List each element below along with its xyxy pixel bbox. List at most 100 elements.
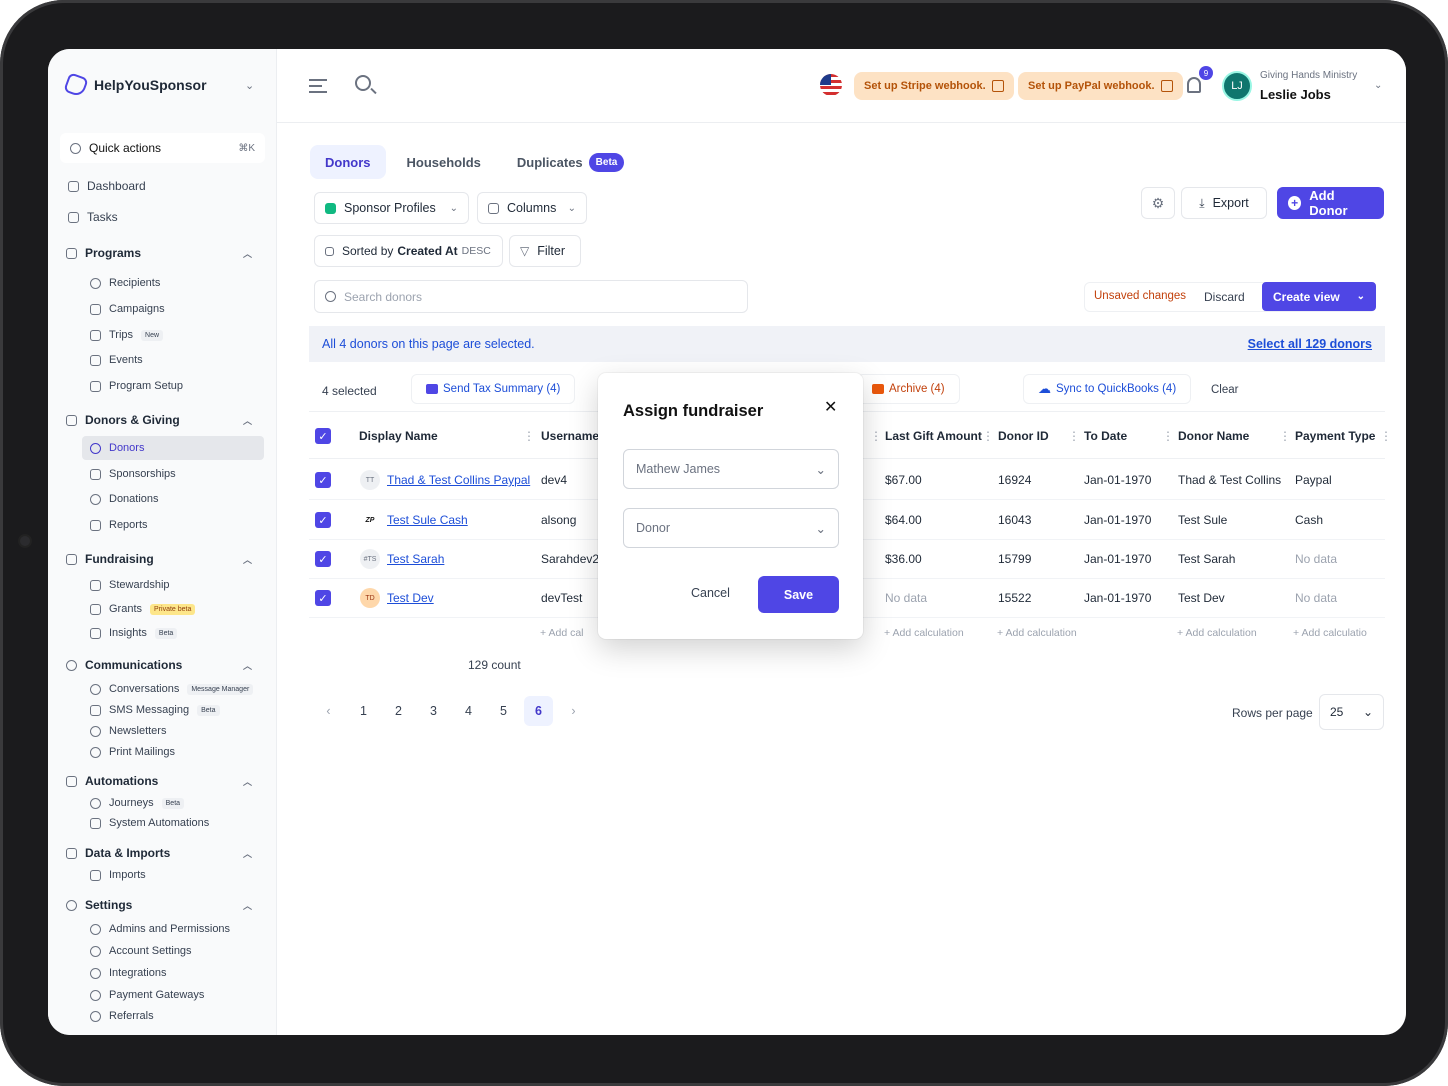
- sidebar-item-newsletters[interactable]: Newsletters: [90, 725, 319, 737]
- column-header[interactable]: Payment Type: [1295, 429, 1375, 443]
- row-checkbox[interactable]: ✓: [315, 590, 331, 606]
- display-name-link[interactable]: Test Sule Cash: [387, 513, 468, 527]
- columns-dropdown[interactable]: Columns ⌄: [477, 192, 587, 224]
- add-calculation-button[interactable]: + Add calculation: [884, 627, 964, 639]
- sidebar-item-sms[interactable]: SMS Messaging Beta: [90, 704, 319, 716]
- close-icon[interactable]: ✕: [824, 397, 837, 417]
- sidebar-section-donors-giving[interactable]: Donors & Giving ︿: [66, 413, 295, 427]
- sidebar-section-communications[interactable]: Communications ︿: [66, 658, 295, 672]
- tab-households[interactable]: Households: [392, 145, 496, 179]
- bell-icon[interactable]: [1187, 77, 1201, 93]
- display-name-link[interactable]: Test Dev: [387, 591, 434, 605]
- send-tax-summary-button[interactable]: Send Tax Summary (4): [411, 374, 576, 404]
- sidebar-item-imports[interactable]: Imports: [90, 869, 319, 881]
- sidebar-item-sponsorships[interactable]: Sponsorships: [90, 468, 319, 480]
- chevron-down-icon[interactable]: ⌄: [1374, 80, 1382, 91]
- sidebar-item-donations[interactable]: Donations: [90, 493, 319, 505]
- sidebar-item-donors[interactable]: Donors: [82, 436, 264, 460]
- filter-button[interactable]: ▽ Filter: [509, 235, 581, 267]
- sidebar-item-stewardship[interactable]: Stewardship: [90, 579, 319, 591]
- add-calculation-button[interactable]: + Add calculation: [1177, 627, 1257, 639]
- us-flag-icon[interactable]: [820, 74, 842, 96]
- add-calculation-button[interactable]: + Add calculatio: [1293, 627, 1385, 639]
- sidebar-item-print-mailings[interactable]: Print Mailings: [90, 746, 319, 758]
- discard-button[interactable]: Discard: [1204, 290, 1245, 304]
- sidebar-section-fundraising[interactable]: Fundraising ︿: [66, 552, 295, 566]
- add-donor-button[interactable]: + Add Donor: [1277, 187, 1384, 219]
- search-icon[interactable]: [355, 75, 371, 91]
- sidebar-item-payment-gateways[interactable]: Payment Gateways: [90, 989, 319, 1001]
- page-button[interactable]: 5: [489, 696, 518, 726]
- sort-button[interactable]: Sorted by Created At DESC: [314, 235, 503, 267]
- clear-selection-button[interactable]: Clear: [1211, 384, 1238, 396]
- column-menu-icon[interactable]: ⋮: [982, 429, 994, 443]
- quick-actions[interactable]: Quick actions ⌘K: [60, 133, 265, 163]
- stripe-webhook-button[interactable]: Set up Stripe webhook.: [854, 72, 1014, 100]
- sidebar-item-reports[interactable]: Reports: [90, 519, 319, 531]
- create-view-button[interactable]: Create view ⌄: [1262, 282, 1376, 311]
- next-page-button[interactable]: ›: [559, 696, 588, 726]
- sidebar-item-dashboard[interactable]: Dashboard: [68, 179, 297, 193]
- sidebar-section-programs[interactable]: Programs ︿: [66, 246, 295, 260]
- column-header[interactable]: Last Gift Amount: [885, 429, 982, 443]
- tab-donors[interactable]: Donors: [310, 145, 386, 179]
- column-header[interactable]: Username: [541, 429, 599, 443]
- archive-button[interactable]: Archive (4): [857, 374, 960, 404]
- sidebar-item-system-automations[interactable]: System Automations: [90, 817, 319, 829]
- save-button[interactable]: Save: [758, 576, 839, 613]
- avatar[interactable]: LJ: [1222, 71, 1252, 101]
- tab-duplicates[interactable]: Duplicates Beta: [502, 145, 639, 179]
- display-name-link[interactable]: Test Sarah: [387, 552, 444, 566]
- menu-icon[interactable]: [309, 79, 327, 93]
- select-all-checkbox[interactable]: ✓: [315, 428, 331, 444]
- settings-button[interactable]: ⚙: [1141, 187, 1175, 219]
- column-menu-icon[interactable]: ⋮: [870, 429, 882, 443]
- export-button[interactable]: ⤓ Export: [1181, 187, 1267, 219]
- page-button[interactable]: 2: [384, 696, 413, 726]
- page-button[interactable]: 4: [454, 696, 483, 726]
- select-all-link[interactable]: Select all 129 donors: [1248, 337, 1372, 351]
- sidebar-item-conversations[interactable]: Conversations Message Manager: [90, 683, 319, 695]
- sidebar-item-admins[interactable]: Admins and Permissions: [90, 923, 319, 935]
- column-menu-icon[interactable]: ⋮: [1279, 429, 1291, 443]
- add-calculation-button[interactable]: + Add cal: [540, 627, 584, 639]
- chevron-down-icon[interactable]: ⌄: [245, 79, 254, 92]
- column-header[interactable]: Display Name: [359, 429, 438, 443]
- sidebar-item-campaigns[interactable]: Campaigns: [90, 303, 319, 315]
- current-page-button[interactable]: 6: [524, 696, 553, 726]
- sidebar-section-automations[interactable]: Automations ︿: [66, 774, 295, 788]
- sidebar-item-integrations[interactable]: Integrations: [90, 967, 319, 979]
- sidebar-item-grants[interactable]: Grants Private beta: [90, 603, 319, 615]
- fundraiser-select[interactable]: Mathew James ⌄: [623, 449, 839, 489]
- sidebar-item-program-setup[interactable]: Program Setup: [90, 380, 319, 392]
- sidebar-item-account-settings[interactable]: Account Settings: [90, 945, 319, 957]
- sidebar-section-settings[interactable]: Settings ︿: [66, 898, 295, 912]
- row-checkbox[interactable]: ✓: [315, 551, 331, 567]
- sidebar-item-trips[interactable]: Trips New: [90, 329, 319, 341]
- row-checkbox[interactable]: ✓: [315, 512, 331, 528]
- rows-per-page-select[interactable]: 25 ⌄: [1319, 694, 1384, 730]
- sidebar-section-data-imports[interactable]: Data & Imports ︿: [66, 846, 295, 860]
- sidebar-item-recipients[interactable]: Recipients: [90, 277, 319, 289]
- column-menu-icon[interactable]: ⋮: [1162, 429, 1174, 443]
- add-calculation-button[interactable]: + Add calculation: [997, 627, 1077, 639]
- search-input[interactable]: Search donors: [314, 280, 748, 313]
- sidebar-item-tasks[interactable]: Tasks: [68, 210, 297, 224]
- role-select[interactable]: Donor ⌄: [623, 508, 839, 548]
- column-header[interactable]: To Date: [1084, 429, 1127, 443]
- prev-page-button[interactable]: ‹: [314, 696, 343, 726]
- column-menu-icon[interactable]: ⋮: [1380, 429, 1392, 443]
- paypal-webhook-button[interactable]: Set up PayPal webhook.: [1018, 72, 1183, 100]
- page-button[interactable]: 3: [419, 696, 448, 726]
- sponsor-profiles-dropdown[interactable]: Sponsor Profiles ⌄: [314, 192, 469, 224]
- sync-quickbooks-button[interactable]: ☁ Sync to QuickBooks (4): [1023, 374, 1192, 404]
- sidebar-item-insights[interactable]: Insights Beta: [90, 627, 319, 639]
- sidebar-item-referrals[interactable]: Referrals: [90, 1010, 319, 1022]
- column-header[interactable]: Donor ID: [998, 429, 1049, 443]
- page-button[interactable]: 1: [349, 696, 378, 726]
- display-name-link[interactable]: Thad & Test Collins Paypal: [387, 473, 530, 487]
- sidebar-item-events[interactable]: Events: [90, 354, 319, 366]
- row-checkbox[interactable]: ✓: [315, 472, 331, 488]
- column-menu-icon[interactable]: ⋮: [523, 429, 535, 443]
- sidebar-item-journeys[interactable]: Journeys Beta: [90, 797, 319, 809]
